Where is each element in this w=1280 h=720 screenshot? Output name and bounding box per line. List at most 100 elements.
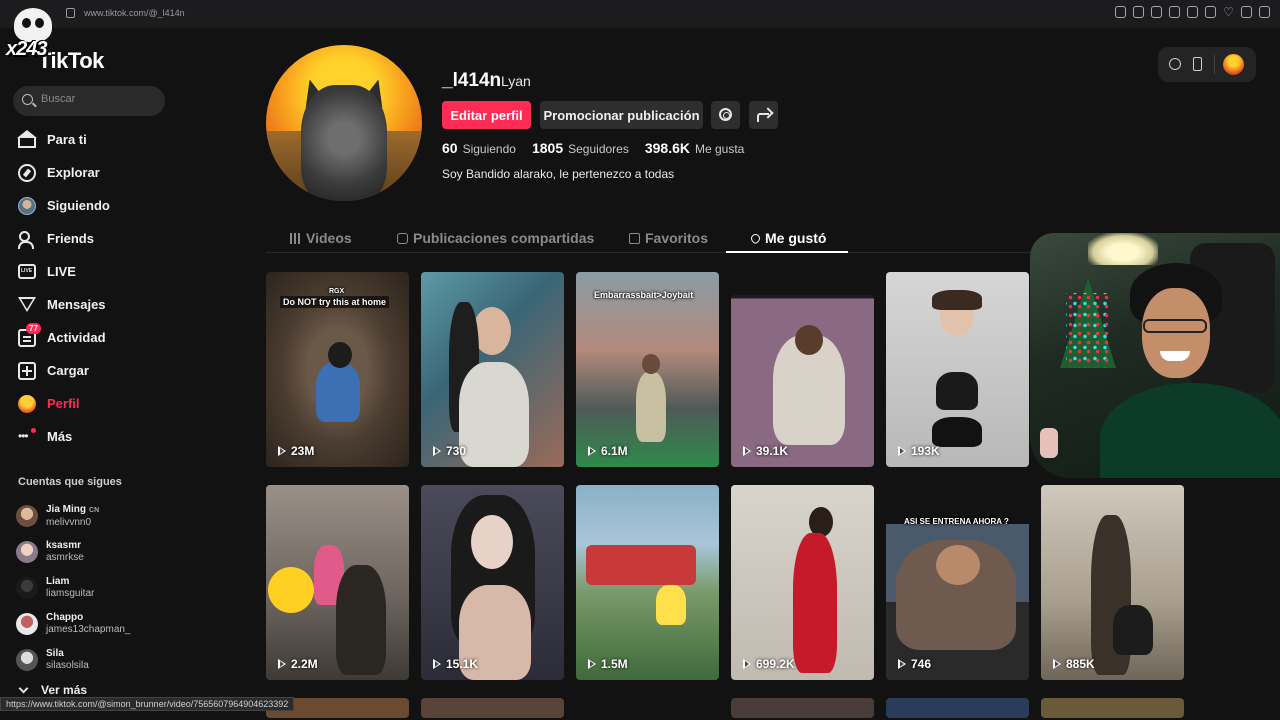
video-figure-head	[795, 325, 823, 355]
tiktok-profile-page: www.tiktok.com/@_l414n ♡ TikTok x243 Par…	[0, 0, 1280, 720]
zoom-icon[interactable]	[1115, 6, 1126, 18]
url-text[interactable]: www.tiktok.com/@_l414n	[84, 8, 185, 18]
menu-icon[interactable]	[1259, 6, 1270, 18]
video-card[interactable]: 2.2M	[266, 485, 409, 680]
avatar	[16, 505, 38, 527]
following-account[interactable]: Chappo james13chapman_	[16, 606, 196, 642]
bookmark-icon	[629, 232, 640, 244]
video-card[interactable]: 699.2K	[731, 485, 874, 680]
video-views: 1.5M	[588, 657, 628, 671]
settings-button[interactable]	[711, 101, 740, 129]
video-card[interactable]: Embarrassbait>Joybait 6.1M	[576, 272, 719, 467]
lock-icon	[66, 8, 75, 18]
search-bar[interactable]	[13, 86, 165, 116]
sidebar-item-siguiendo[interactable]: Siguiendo	[0, 189, 200, 222]
tab-liked[interactable]: Me gustó	[749, 223, 826, 253]
coins-icon[interactable]	[1169, 58, 1181, 70]
download-icon[interactable]	[1241, 6, 1252, 18]
account-tag: CN	[89, 506, 100, 514]
video-card[interactable]: 39.1K	[731, 295, 874, 467]
profile-display-name: Lyan	[501, 73, 531, 89]
sidebar-item-friends[interactable]: Friends	[0, 222, 200, 255]
following-account[interactable]: Sila silasolsila	[16, 642, 196, 678]
video-card[interactable]: 885K	[1041, 485, 1184, 680]
sidebar-item-mas[interactable]: Más	[0, 420, 200, 453]
account-avatar[interactable]	[1223, 54, 1244, 75]
video-card[interactable]	[421, 698, 564, 718]
video-float	[586, 545, 696, 585]
inbox-icon	[18, 296, 36, 314]
heart-icon	[749, 231, 762, 245]
video-views: 23M	[278, 444, 314, 458]
tab-videos[interactable]: Videos	[290, 223, 352, 253]
likes-label: Me gusta	[695, 142, 745, 156]
video-card[interactable]: ASI SE ENTRENA AHORA ? 746	[886, 485, 1029, 680]
sidebar-item-explorar[interactable]: Explorar	[0, 156, 200, 189]
streamer-webcam-overlay	[1030, 233, 1280, 478]
video-card[interactable]: RGX Do NOT try this at home 23M	[266, 272, 409, 467]
video-figure	[316, 362, 360, 422]
video-card[interactable]: 15.1K	[421, 485, 564, 680]
video-card[interactable]	[886, 698, 1029, 718]
promote-post-button[interactable]: Promocionar publicación	[540, 101, 703, 129]
reader-icon[interactable]	[1151, 6, 1162, 18]
sidebar-item-cargar[interactable]: Cargar	[0, 354, 200, 387]
following-count[interactable]: 60	[442, 140, 458, 156]
sidebar-item-perfil[interactable]: Perfil	[0, 387, 200, 420]
device-icon[interactable]	[1193, 57, 1202, 71]
smiley-emoji-icon	[268, 567, 314, 613]
following-account[interactable]: Jia Ming CN melivvnn0	[16, 498, 196, 534]
video-card[interactable]	[731, 698, 874, 718]
tab-reposts[interactable]: Publicaciones compartidas	[397, 223, 594, 253]
heart-icon[interactable]: ♡	[1223, 6, 1234, 18]
sidebar-item-live[interactable]: LIVE	[0, 255, 200, 288]
tab-favorites[interactable]: Favoritos	[629, 223, 708, 253]
notification-badge: 77	[26, 323, 41, 334]
see-more-button[interactable]: Ver más	[18, 683, 87, 697]
sidebar-item-actividad[interactable]: 77 Actividad	[0, 321, 200, 354]
following-heading: Cuentas que sigues	[18, 476, 122, 488]
video-views: 730	[433, 444, 466, 458]
following-label[interactable]: Siguiendo	[463, 142, 516, 156]
following-account[interactable]: ksasmr asmrkse	[16, 534, 196, 570]
sidebar-item-label: Siguiendo	[47, 198, 110, 213]
account-handle: melivvnn0	[46, 516, 92, 528]
shield-icon[interactable]	[1169, 6, 1180, 18]
video-card[interactable]	[1041, 698, 1184, 718]
profile-avatar[interactable]	[266, 45, 422, 201]
search-input[interactable]	[41, 93, 159, 105]
share-profile-button[interactable]	[749, 101, 778, 129]
account-handle: liamsguitar	[46, 588, 95, 599]
following-account[interactable]: Liam liamsguitar	[16, 570, 196, 606]
tree-lights	[1066, 293, 1112, 368]
edit-profile-button[interactable]: Editar perfil	[442, 101, 531, 129]
video-card[interactable]: 193K	[886, 272, 1029, 467]
avatar	[16, 577, 38, 599]
browser-status-bar: https://www.tiktok.com/@simon_brunner/vi…	[0, 697, 295, 711]
play-icon	[278, 659, 286, 669]
followers-label[interactable]: Seguidores	[568, 142, 629, 156]
sidebar-item-para-ti[interactable]: Para ti	[0, 123, 200, 156]
sidebar-item-mensajes[interactable]: Mensajes	[0, 288, 200, 321]
video-views: 39.1K	[743, 444, 788, 458]
video-views: 15.1K	[433, 657, 478, 671]
tab-label: Videos	[306, 230, 352, 246]
video-skirt	[932, 417, 982, 447]
mascot-figure	[1040, 428, 1058, 458]
video-hair	[932, 290, 982, 310]
extension-icon[interactable]	[1187, 6, 1198, 18]
search-icon	[22, 94, 33, 105]
video-card[interactable]: 730	[421, 272, 564, 467]
repost-icon	[397, 232, 408, 244]
pin-icon[interactable]	[1133, 6, 1144, 18]
lamp	[1088, 233, 1158, 265]
video-figure	[636, 372, 666, 442]
browser-address-bar: www.tiktok.com/@_l414n ♡	[0, 0, 1280, 28]
followers-count[interactable]: 1805	[532, 140, 563, 156]
video-card[interactable]: 1.5M	[576, 485, 719, 680]
likes-count: 398.6K	[644, 140, 690, 156]
account-name: Liam	[46, 576, 70, 587]
play-icon[interactable]	[1205, 6, 1216, 18]
video-caption: Embarrassbait>Joybait	[594, 290, 694, 300]
video-figure	[793, 533, 837, 673]
